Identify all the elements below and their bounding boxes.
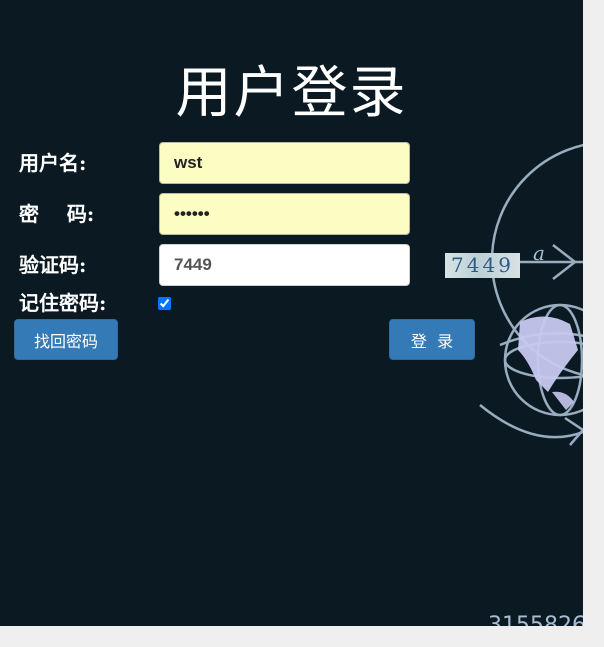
captcha-label: 验证码: xyxy=(19,253,87,277)
chalk-letter: a xyxy=(533,241,545,265)
remember-label: 记住密码: xyxy=(19,291,107,315)
login-panel: a 3155826 用户登录 用户名: 密 码: 验证码: 7449 记住密码:… xyxy=(0,0,583,626)
login-button[interactable]: 登 录 xyxy=(389,319,475,360)
globe-continent xyxy=(518,316,578,392)
password-label: 密 码: xyxy=(19,202,95,226)
remember-checkbox[interactable] xyxy=(158,297,171,310)
captcha-input[interactable] xyxy=(159,244,410,286)
captcha-image[interactable]: 7449 xyxy=(445,253,520,278)
chalk-number: 3155826 xyxy=(488,613,583,626)
chalk-arrow-head-2 xyxy=(564,416,583,446)
recover-password-button[interactable]: 找回密码 xyxy=(14,319,118,360)
page-title: 用户登录 xyxy=(175,61,408,126)
password-input[interactable] xyxy=(159,193,410,235)
username-label: 用户名: xyxy=(19,151,87,175)
username-input[interactable] xyxy=(159,142,410,184)
